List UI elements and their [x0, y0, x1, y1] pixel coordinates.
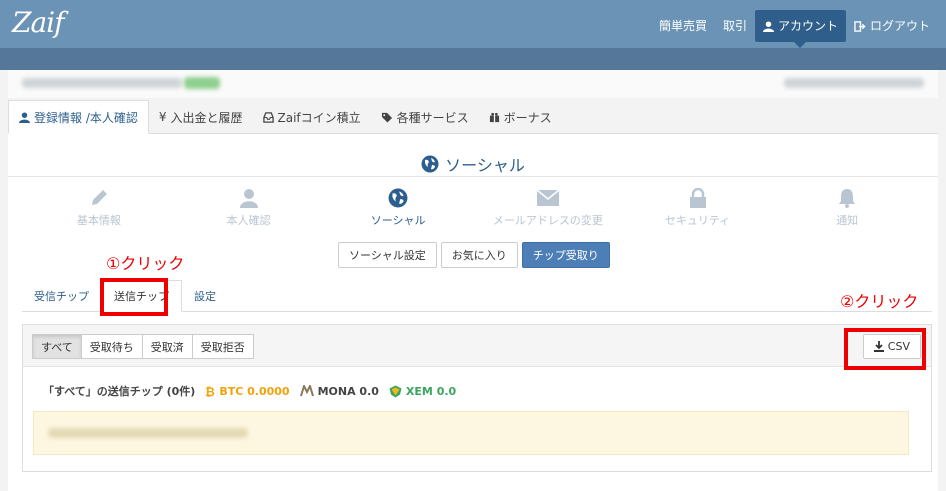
- tab-deposit-history[interactable]: ¥ 入出金と履歴: [149, 100, 253, 134]
- top-nav: 簡単売買 取引 アカウント ログアウト: [651, 10, 938, 48]
- globe-icon: [388, 188, 408, 208]
- nav-label: アカウント: [777, 19, 838, 33]
- subtab-settings[interactable]: 設定: [182, 280, 228, 312]
- tip-summary: 「すべて」の送信チップ (0件) ₿ BTC 0.0000 MONA 0.0 X…: [43, 383, 456, 399]
- favorites-button[interactable]: お気に入り: [440, 242, 518, 268]
- filter-pending-button[interactable]: 受取待ち: [80, 334, 143, 359]
- nav-trade[interactable]: 取引: [715, 10, 755, 42]
- account-info-row: [8, 70, 938, 98]
- highlight-box-csv: [844, 328, 926, 370]
- tip-filter-box: すべて 受取待ち 受取済 受取拒否 CSV 「すべて」の送信チップ (0件) ₿…: [22, 324, 932, 472]
- highlight-box-sent-tips: [100, 278, 168, 316]
- nav-account[interactable]: アカウント: [754, 10, 846, 48]
- step-label: セキュリティ: [664, 214, 731, 227]
- yen-icon: ¥: [158, 110, 167, 124]
- blurred-text: [48, 428, 248, 438]
- blurred-text: [22, 78, 182, 88]
- step-label: 本人確認: [226, 214, 271, 227]
- user-icon: [19, 111, 30, 123]
- nav-label: ログアウト: [869, 19, 930, 33]
- tab-services[interactable]: 各種サービス: [371, 100, 479, 134]
- blurred-text: [784, 78, 924, 88]
- monacoin-icon: [299, 385, 314, 397]
- tab-label: 入出金と履歴: [170, 110, 243, 125]
- step-email[interactable]: メールアドレスの変更: [473, 186, 623, 228]
- main-tabs: 登録情報 /本人確認 ¥ 入出金と履歴 Zaifコイン積立 各種サービス ボーナ…: [8, 100, 938, 134]
- step-security[interactable]: セキュリティ: [623, 186, 773, 228]
- divider: [8, 176, 938, 177]
- inbox-icon: [262, 111, 274, 123]
- annotation-step1: ①クリック: [106, 254, 185, 273]
- tags-icon: [381, 112, 392, 123]
- filter-header: すべて 受取待ち 受取済 受取拒否 CSV: [23, 325, 931, 367]
- sub-header-bar: [0, 48, 946, 70]
- step-label: 基本情報: [76, 214, 121, 227]
- top-header: Zaif 簡単売買 取引 アカウント ログアウト: [0, 0, 946, 48]
- pencil-icon: [91, 190, 107, 205]
- section-title-text: ソーシャル: [445, 156, 525, 175]
- nav-label: 簡単売買: [658, 19, 707, 33]
- step-notification[interactable]: 通知: [772, 186, 922, 228]
- social-panel: ソーシャル 基本情報 本人確認 ソーシャル メールアドレスの変更 セキュリティ …: [8, 134, 938, 491]
- step-basic-info[interactable]: 基本情報: [24, 186, 174, 228]
- settings-steps: 基本情報 本人確認 ソーシャル メールアドレスの変更 セキュリティ 通知: [8, 186, 938, 228]
- step-label: ソーシャル: [370, 214, 426, 227]
- mona-value: MONA 0.0: [317, 384, 379, 398]
- lock-icon: [689, 188, 706, 208]
- xem-value: XEM 0.0: [405, 384, 457, 398]
- receive-tip-button[interactable]: チップ受取り: [521, 242, 610, 268]
- nav-label: 取引: [722, 19, 747, 33]
- filter-all-button[interactable]: すべて: [32, 334, 82, 359]
- summary-label: 「すべて」の送信チップ (0件): [43, 385, 196, 398]
- mona-total: MONA 0.0: [299, 384, 379, 398]
- filter-received-button[interactable]: 受取済: [141, 334, 193, 359]
- social-button-group: ソーシャル設定 お気に入り チップ受取り: [338, 242, 610, 268]
- tab-bonus[interactable]: ボーナス: [479, 100, 562, 134]
- subtab-received-tips[interactable]: 受信チップ: [22, 280, 101, 312]
- info-notice: [33, 411, 909, 455]
- step-social[interactable]: ソーシャル: [323, 186, 473, 228]
- zaif-logo[interactable]: Zaif: [12, 6, 64, 39]
- tab-label: 各種サービス: [396, 110, 469, 125]
- step-label: 通知: [836, 214, 859, 227]
- tab-coin-savings[interactable]: Zaifコイン積立: [253, 100, 371, 134]
- status-filter-group: すべて 受取待ち 受取済 受取拒否: [32, 334, 254, 359]
- btc-total: ₿ BTC 0.0000: [205, 385, 289, 398]
- nav-easy-trade[interactable]: 簡単売買: [651, 10, 715, 42]
- globe-icon: [421, 155, 439, 173]
- envelope-icon: [536, 190, 559, 206]
- user-icon: [762, 20, 774, 32]
- section-title: ソーシャル: [8, 152, 938, 176]
- filter-rejected-button[interactable]: 受取拒否: [191, 334, 254, 359]
- step-identity[interactable]: 本人確認: [174, 186, 324, 228]
- xem-icon: [389, 385, 402, 397]
- gift-icon: [489, 112, 499, 122]
- svg-text:₿: ₿: [205, 385, 215, 397]
- tab-label: Zaifコイン積立: [277, 110, 361, 125]
- btc-value: BTC 0.0000: [219, 384, 290, 398]
- logout-icon: [854, 20, 866, 32]
- tab-label: ボーナス: [503, 110, 552, 125]
- step-label: メールアドレスの変更: [492, 214, 603, 227]
- nav-logout[interactable]: ログアウト: [846, 10, 938, 42]
- xem-total: XEM 0.0: [389, 385, 456, 398]
- bitcoin-icon: ₿: [205, 385, 215, 397]
- tab-registration[interactable]: 登録情報 /本人確認: [8, 100, 149, 134]
- social-settings-button[interactable]: ソーシャル設定: [338, 242, 437, 268]
- tab-label: 登録情報 /本人確認: [34, 110, 138, 125]
- user-icon: [239, 189, 258, 208]
- blurred-badge: [184, 77, 220, 89]
- bell-icon: [839, 189, 856, 208]
